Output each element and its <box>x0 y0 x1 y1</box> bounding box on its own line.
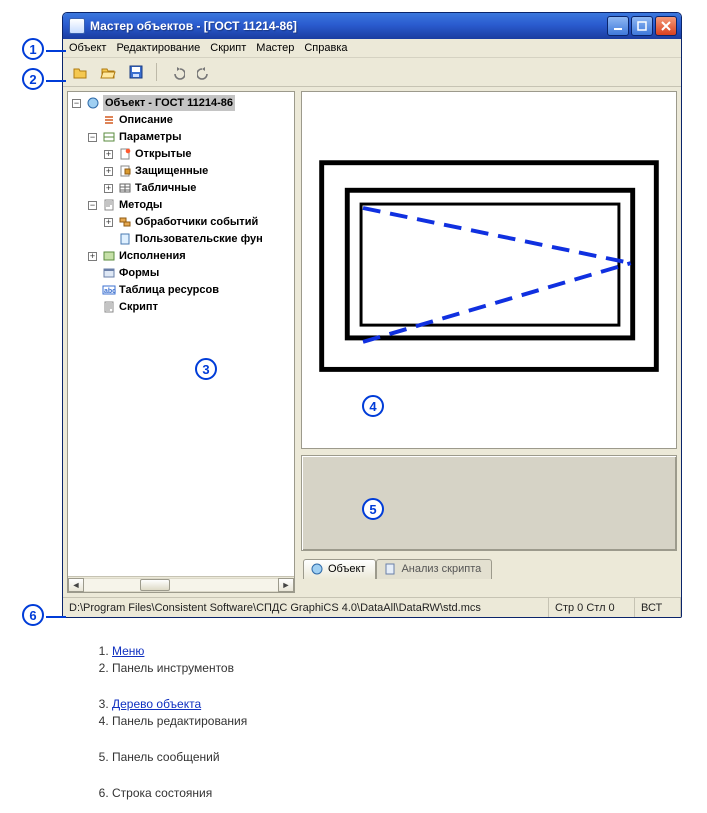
toolbar-separator <box>156 63 157 81</box>
tab-object-label: Объект <box>328 563 365 575</box>
object-tree[interactable]: − Объект - ГОСТ 11214-86 Опи <box>68 92 294 576</box>
tree-res-table[interactable]: Таблица ресурсов <box>119 282 219 298</box>
tab-script-icon <box>383 562 397 576</box>
callout-3: 3 <box>195 358 217 380</box>
legend-link-tree[interactable]: Дерево объекта <box>112 697 201 711</box>
preview-panel <box>301 91 677 449</box>
svg-text:abc: abc <box>104 288 116 295</box>
forms-icon <box>102 266 116 280</box>
scroll-thumb[interactable] <box>140 579 170 591</box>
menu-edit[interactable]: Редактирование <box>116 42 200 54</box>
page-icon <box>118 147 132 161</box>
methods-icon <box>102 198 116 212</box>
statusbar: D:\Program Files\Consistent Software\СПД… <box>63 597 681 617</box>
collapse-icon[interactable]: − <box>72 99 81 108</box>
toolbar <box>63 58 681 87</box>
lock-icon <box>118 164 132 178</box>
window-title: Мастер объектов - [ГОСТ 11214-86] <box>90 19 607 33</box>
status-ins: ВСТ <box>635 598 681 617</box>
legend-list: Меню Панель инструментов Дерево объекта … <box>72 644 689 800</box>
tree-param-table[interactable]: Табличные <box>135 180 196 196</box>
callout-4: 4 <box>362 395 384 417</box>
list-icon <box>102 113 116 127</box>
tree-method-handlers[interactable]: Обработчики событий <box>135 214 258 230</box>
tree-hscrollbar[interactable]: ◄ ► <box>68 576 294 592</box>
app-icon <box>69 18 85 34</box>
menu-help[interactable]: Справка <box>304 42 347 54</box>
tab-script-analysis[interactable]: Анализ скрипта <box>376 559 492 579</box>
open-button[interactable] <box>69 61 91 83</box>
open-folder-button[interactable] <box>97 61 119 83</box>
tree-forms[interactable]: Формы <box>119 265 159 281</box>
save-button[interactable] <box>125 61 147 83</box>
callout-1: 1 <box>22 38 44 60</box>
tree-description[interactable]: Описание <box>119 112 173 128</box>
tree-methods[interactable]: Методы <box>119 197 162 213</box>
userfn-icon <box>118 232 132 246</box>
undo-button[interactable] <box>166 61 188 83</box>
expand-icon[interactable]: + <box>104 167 113 176</box>
maximize-button[interactable] <box>631 16 653 36</box>
expand-icon[interactable]: + <box>88 252 97 261</box>
script-icon <box>102 300 116 314</box>
scroll-right-icon[interactable]: ► <box>278 578 294 592</box>
legend-item: Строка состояния <box>112 786 689 800</box>
status-pos: Стр 0 Стл 0 <box>549 598 635 617</box>
expand-icon[interactable]: + <box>104 218 113 227</box>
minimize-button[interactable] <box>607 16 629 36</box>
callout-6: 6 <box>22 604 44 626</box>
message-panel <box>301 455 677 551</box>
tab-object-icon <box>310 562 324 576</box>
redo-button[interactable] <box>194 61 216 83</box>
abc-icon: abc <box>102 283 116 297</box>
menubar: Объект Редактирование Скрипт Мастер Спра… <box>63 39 681 58</box>
tree-parameters[interactable]: Параметры <box>119 129 181 145</box>
legend-item: Дерево объекта <box>112 697 689 711</box>
callout-5: 5 <box>362 498 384 520</box>
tree-root[interactable]: Объект - ГОСТ 11214-86 <box>103 95 235 111</box>
tab-script-analysis-label: Анализ скрипта <box>401 563 481 575</box>
table-icon <box>118 181 132 195</box>
tree-script[interactable]: Скрипт <box>119 299 158 315</box>
menu-master[interactable]: Мастер <box>256 42 294 54</box>
tree-method-userfns[interactable]: Пользовательские фун <box>135 231 263 247</box>
legend-item: Панель сообщений <box>112 750 689 764</box>
legend-item: Панель редактирования <box>112 714 689 728</box>
titlebar[interactable]: Мастер объектов - [ГОСТ 11214-86] <box>63 13 681 39</box>
impl-icon <box>102 249 116 263</box>
tree-implementations[interactable]: Исполнения <box>119 248 186 264</box>
handlers-icon <box>118 215 132 229</box>
status-path: D:\Program Files\Consistent Software\СПД… <box>63 598 549 617</box>
tab-object[interactable]: Объект <box>303 559 376 579</box>
legend-item: Меню <box>112 644 689 658</box>
tree-param-open[interactable]: Открытые <box>135 146 191 162</box>
bottom-tabs: Объект Анализ скрипта <box>301 557 677 579</box>
close-button[interactable] <box>655 16 677 36</box>
collapse-icon[interactable]: − <box>88 201 97 210</box>
legend-link-menu[interactable]: Меню <box>112 644 144 658</box>
callout-2: 2 <box>22 68 44 90</box>
menu-object[interactable]: Объект <box>69 42 106 54</box>
object-icon <box>86 96 100 110</box>
app-window: Мастер объектов - [ГОСТ 11214-86] Объект… <box>62 12 682 618</box>
tree-param-protected[interactable]: Защищенные <box>135 163 208 179</box>
expand-icon[interactable]: + <box>104 150 113 159</box>
scroll-left-icon[interactable]: ◄ <box>68 578 84 592</box>
legend-item: Панель инструментов <box>112 661 689 675</box>
object-tree-panel: − Объект - ГОСТ 11214-86 Опи <box>67 91 295 593</box>
menu-script[interactable]: Скрипт <box>210 42 246 54</box>
expand-icon[interactable]: + <box>104 184 113 193</box>
params-icon <box>102 130 116 144</box>
collapse-icon[interactable]: − <box>88 133 97 142</box>
